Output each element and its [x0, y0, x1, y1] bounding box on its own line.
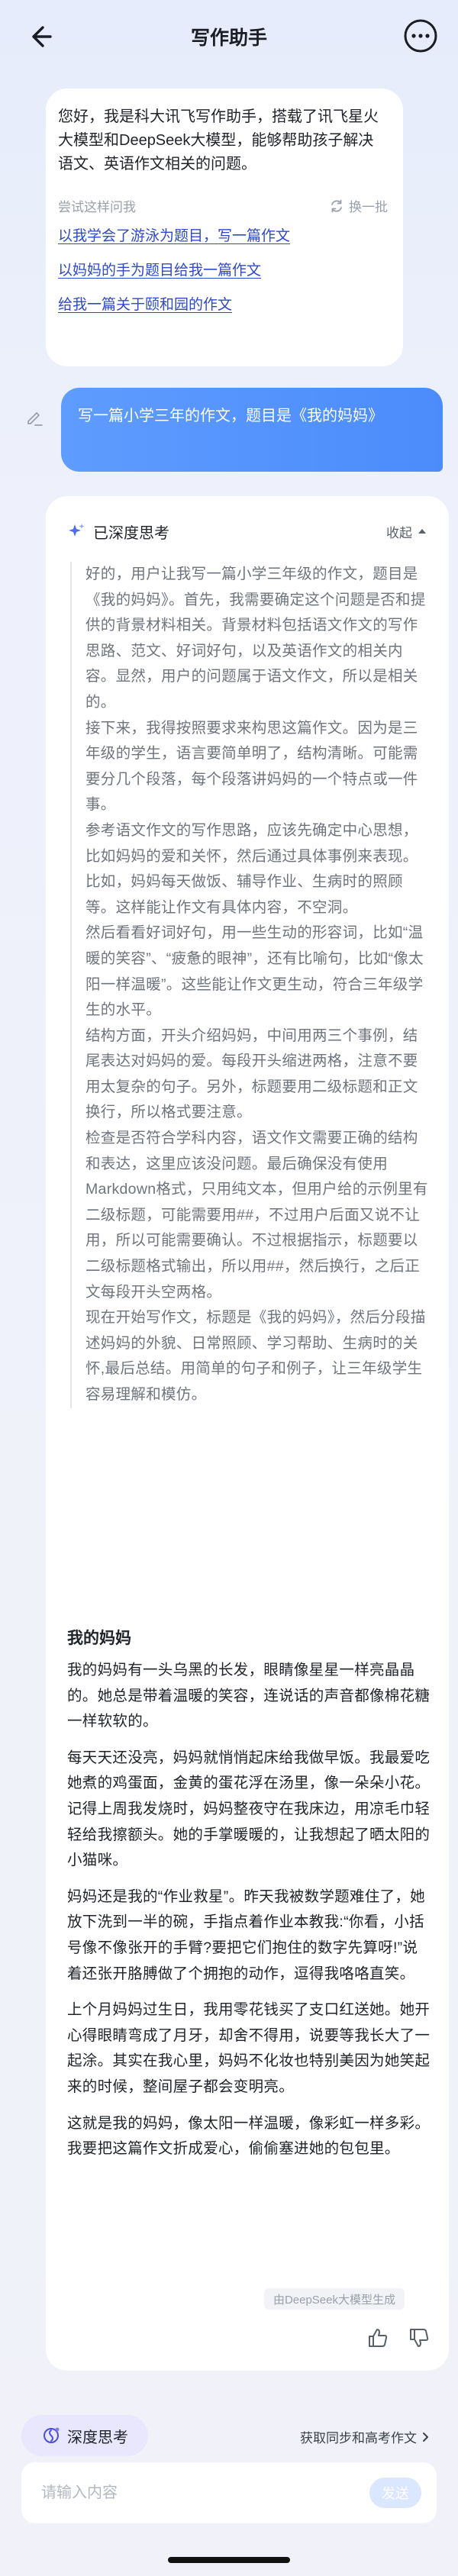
- edit-icon[interactable]: [24, 407, 44, 427]
- deep-think-toggle[interactable]: 深度思考: [21, 2415, 148, 2456]
- essay-title: 我的妈妈: [67, 1630, 131, 1647]
- welcome-message: 您好，我是科大讯飞写作助手，搭载了讯飞星火大模型和DeepSeek大模型，能够帮…: [58, 108, 379, 172]
- sparkle-icon: [69, 524, 85, 537]
- suggestion-header: 尝试这样问我 换一批: [58, 196, 388, 215]
- suggestion-label: 尝试这样问我: [58, 200, 136, 214]
- caret-up-icon: [418, 529, 426, 534]
- answer-card: 已深度思考 收起 好的，用户让我写一篇小学三年级的作文，题目是《我的妈妈》。首先…: [46, 496, 449, 2371]
- top-bar: 写作助手: [0, 0, 458, 73]
- reasoning-paragraph: 好的，用户让我写一篇小学三年级的作文，题目是《我的妈妈》。首先，我需要确定这个问…: [85, 566, 426, 711]
- home-indicator: [168, 2557, 290, 2563]
- suggestion-item[interactable]: 以我学会了游泳为题目，写一篇作文: [58, 224, 388, 245]
- generated-by-badge: 由DeepSeek大模型生成: [263, 2288, 405, 2310]
- arrow-left-icon[interactable]: [23, 20, 56, 53]
- reasoning-paragraph: 接下来，我得按照要求来构思这篇作文。因为是三年级的学生，语言要简单明了，结构清晰…: [85, 719, 418, 814]
- reasoning-paragraph: 参考语文作文的写作思路，应该先确定中心思想，比如妈妈的爱和关怀，然后通过具体事例…: [85, 821, 418, 916]
- message-composer: 发送: [21, 2462, 437, 2523]
- collapse-button[interactable]: 收起: [386, 522, 427, 541]
- deep-think-toggle-label: 深度思考: [67, 2429, 128, 2446]
- essay-paragraph: 这就是我的妈妈，像太阳一样温暖，像彩虹一样多彩。我要把这篇作文折成爱心，偷偷塞进…: [67, 2114, 431, 2158]
- send-button[interactable]: 发送: [369, 2478, 421, 2508]
- suggestion-item[interactable]: 给我一篇关于颐和园的作文: [58, 293, 388, 314]
- sync-essay-label: 获取同步和高考作文: [300, 2431, 417, 2445]
- collapse-label: 收起: [386, 525, 412, 540]
- essay-paragraph: 我的妈妈有一头乌黑的长发，眼睛像星星一样亮晶晶的。她总是带着温暖的笑容，连说话的…: [67, 1662, 431, 1730]
- deep-think-title: 已深度思考: [67, 521, 169, 543]
- essay-paragraph: 上个月妈妈过生日，我用零花钱买了支口红送她。她开心得眼睛弯成了月牙，却舍不得用，…: [67, 2001, 431, 2095]
- essay-paragraph: 妈妈还是我的“作业救星”。昨天我被数学题难住了，她放下洗到一半的碗，手指点着作业…: [67, 1888, 425, 1982]
- reasoning-paragraph: 检查是否符合学科内容，语文作文需要正确的结构和表达，这里应该没问题。最后确保没有…: [85, 1130, 428, 1301]
- deep-think-label: 已深度思考: [93, 524, 169, 542]
- reasoning-paragraph: 现在开始写作文，标题是《我的妈妈》，然后分段描述妈妈的外貌、日常照顾、学习帮助、…: [85, 1309, 426, 1403]
- sync-essay-link[interactable]: 获取同步和高考作文: [300, 2427, 431, 2446]
- deep-think-header: 已深度思考 收起: [67, 519, 427, 543]
- thumbs-down-icon[interactable]: [408, 2326, 431, 2349]
- refresh-label: 换一批: [349, 200, 388, 214]
- reasoning-paragraph: 然后看看好词好句，用一些生动的形容词，比如“温暖的笑容”、“疲惫的眼神”，还有比…: [85, 924, 424, 1019]
- thumbs-up-icon[interactable]: [366, 2326, 389, 2349]
- welcome-card: 您好，我是科大讯飞写作助手，搭载了讯飞星火大模型和DeepSeek大模型，能够帮…: [46, 89, 403, 366]
- refresh-icon: [331, 199, 342, 212]
- brain-icon: [44, 2427, 60, 2443]
- reasoning-paragraph: 结构方面，开头介绍妈妈，中间用两三个事例，结尾表达对妈妈的爱。每段开头缩进两格，…: [85, 1027, 418, 1121]
- suggestion-item[interactable]: 以妈妈的手为题目给我一篇作文: [58, 259, 388, 279]
- refresh-suggestions-button[interactable]: 换一批: [329, 196, 388, 215]
- reasoning-content: 好的，用户让我写一篇小学三年级的作文，题目是《我的妈妈》。首先，我需要确定这个问…: [70, 562, 429, 1408]
- essay-paragraph: 每天天还没亮，妈妈就悄悄起床给我做早饭。我最爱吃她煮的鸡蛋面，金黄的蛋花浮在汤里…: [67, 1749, 431, 1869]
- user-message-bubble: 写一篇小学三年的作文，题目是《我的妈妈》: [61, 388, 443, 472]
- message-input[interactable]: [41, 2479, 331, 2507]
- chevron-right-icon: [423, 2432, 428, 2442]
- essay-content: 我的妈妈 我的妈妈有一头乌黑的长发，眼睛像星星一样亮晶晶的。她总是带着温暖的笑容…: [67, 1626, 432, 2173]
- more-horizontal-icon[interactable]: [403, 18, 438, 53]
- page-title: 写作助手: [190, 27, 267, 49]
